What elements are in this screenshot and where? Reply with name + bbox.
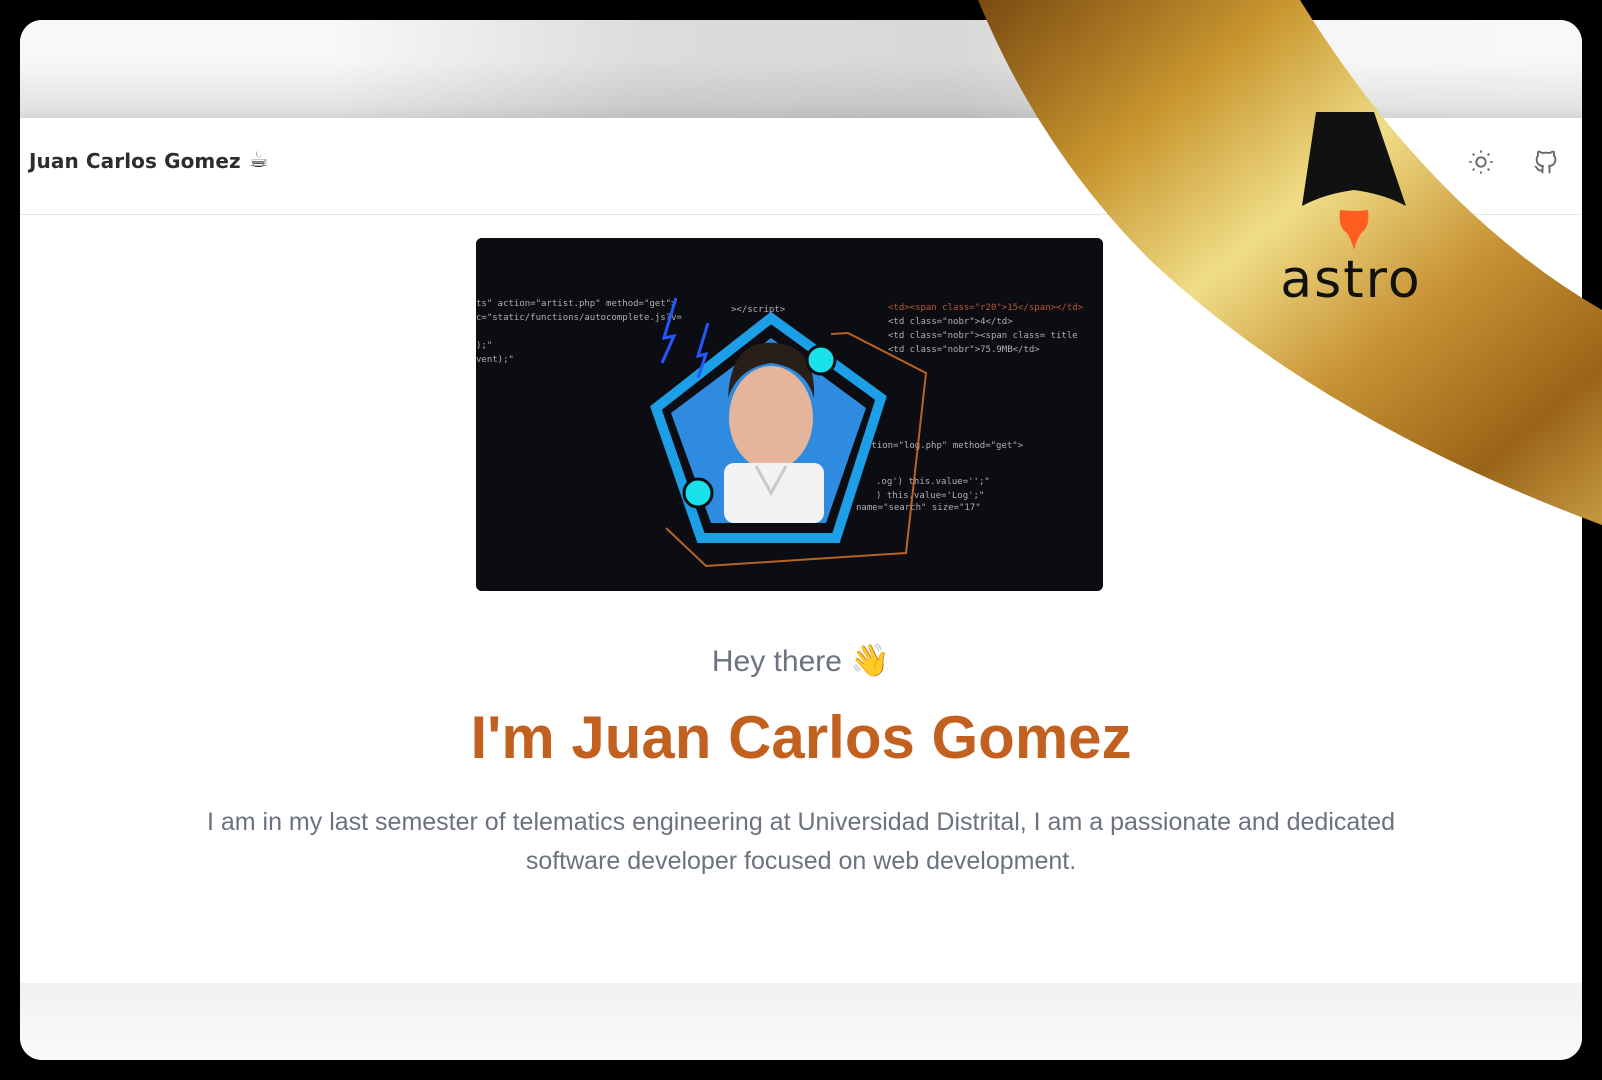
sun-icon[interactable] [1467,148,1495,176]
astro-wordmark: astro [1280,250,1422,310]
top-shadow [20,20,1582,118]
svg-text:);": );" [476,341,492,351]
svg-text:></script>: ></script> [731,305,786,315]
svg-text:.og') this.value='';": .og') this.value='';" [876,477,990,487]
brand-link[interactable]: Juan Carlos Gomez ☕ [29,148,269,173]
coffee-icon: ☕ [248,148,269,173]
hero-image: ts" action="artist.php" method="get"> c=… [476,238,1103,591]
greeting: Hey there 👋 [20,641,1582,679]
svg-text:<td><span class="r20">15</span: <td><span class="r20">15</span></td> [888,303,1084,313]
svg-text:ction="log.php" method="get">: ction="log.php" method="get"> [866,441,1024,451]
greeting-text: Hey there [711,645,842,678]
svg-text:<td class="nobr">4</td>: <td class="nobr">4</td> [888,317,1013,327]
svg-text:<td class="nobr"><span class=: <td class="nobr"><span class= title [888,331,1078,341]
svg-text:) this.value='Log';": ) this.value='Log';" [876,491,984,501]
github-icon[interactable] [1532,148,1560,176]
brand-name: Juan Carlos Gomez [29,148,241,173]
wave-icon: 👋 [850,642,891,678]
svg-text:name="search" size="17": name="search" size="17" [856,503,981,513]
hero-title: I'm Juan Carlos Gomez [470,704,1132,771]
svg-text:<td class="nobr">75.9MB</td>: <td class="nobr">75.9MB</td> [888,345,1040,355]
hero-description: I am in my last semester of telematics e… [206,808,1396,875]
svg-text:vent);": vent);" [476,355,514,365]
svg-text:c="static/functions/autocomple: c="static/functions/autocomplete.js?v= [476,313,682,323]
bottom-shadow [20,983,1582,1060]
svg-text:ts" action="artist.php" method: ts" action="artist.php" method="get"> [476,299,677,309]
